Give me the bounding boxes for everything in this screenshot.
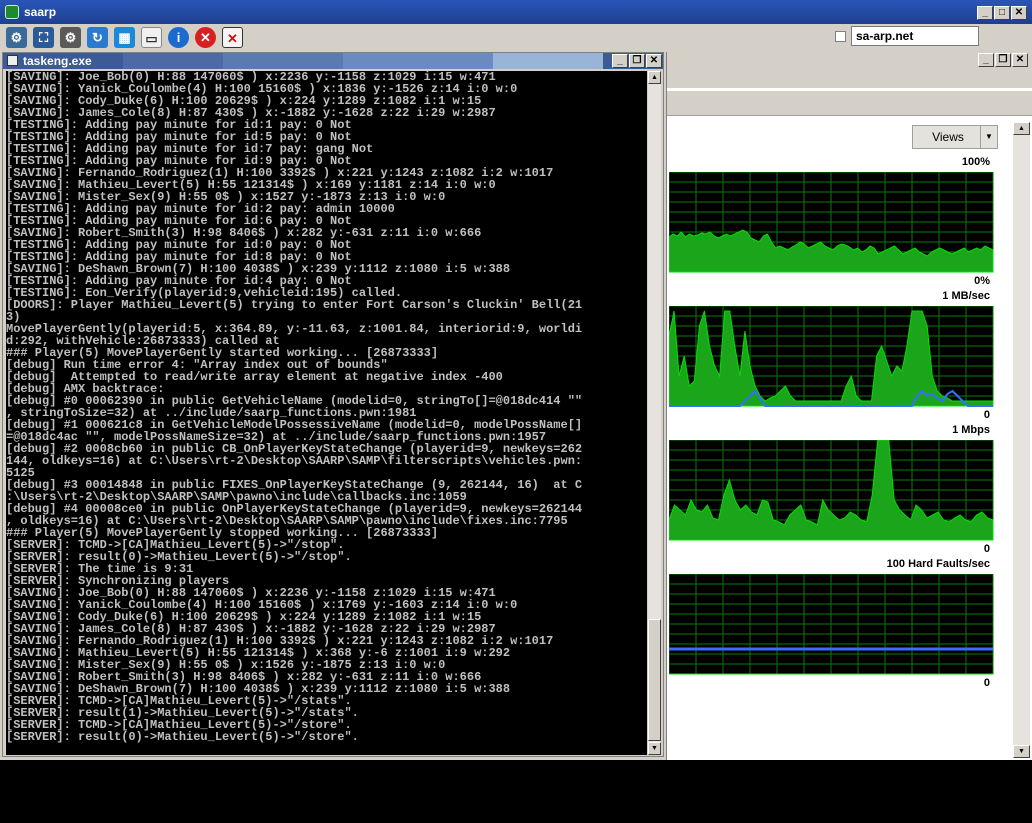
console-icon — [7, 55, 18, 66]
close-circle-icon[interactable]: ✕ — [195, 27, 216, 48]
network-top-label: 1 Mbps — [952, 424, 990, 436]
console-minimize-button[interactable]: _ — [612, 54, 628, 68]
app-title: saarp — [24, 5, 57, 19]
network-graph — [669, 440, 994, 541]
scroll-thumb[interactable] — [648, 619, 661, 741]
maximize-button[interactable]: □ — [994, 6, 1010, 20]
console-scrollbar[interactable]: ▲ ▼ — [648, 71, 661, 755]
info-icon[interactable]: i — [168, 27, 189, 48]
console-line: [DOORS]: Player Mathieu_Levert(5) trying… — [6, 298, 583, 312]
minimize-button[interactable]: _ — [977, 6, 993, 20]
monitor-titlebar: _ ❐ ✕ — [667, 52, 1032, 68]
connect-icon[interactable]: ⚙ — [6, 27, 27, 48]
views-dropdown[interactable]: Views ▼ — [912, 125, 998, 149]
console-window: taskeng.exe _ ❐ ✕ [SAVING]: Joe_Bob(0) H… — [2, 52, 664, 757]
settings-icon[interactable]: ⚙ — [60, 27, 81, 48]
disk-top-label: 1 MB/sec — [942, 290, 990, 302]
address-field[interactable]: sa-arp.net — [851, 26, 979, 46]
monitor-scroll-up-icon[interactable]: ▲ — [1013, 122, 1030, 135]
monitor-tab-band — [667, 90, 1032, 116]
cpu-graph — [669, 172, 994, 273]
notepad-icon[interactable]: ▭ — [141, 27, 162, 48]
refresh-icon[interactable]: ↻ — [87, 27, 108, 48]
disk-graph — [669, 306, 994, 407]
document-x-icon[interactable]: ✕ — [222, 27, 243, 48]
network-bottom-label: 0 — [983, 543, 990, 555]
console-maximize-button[interactable]: ❐ — [629, 54, 645, 68]
windows-icon[interactable]: ▦ — [114, 27, 135, 48]
checkbox[interactable] — [835, 31, 846, 42]
memory-graph — [669, 574, 994, 675]
monitor-scrollbar[interactable]: ▲ ▼ — [1013, 122, 1030, 758]
console-line: [SERVER]: result(0)->Mathieu_Levert(5)->… — [6, 730, 359, 744]
views-label: Views — [932, 130, 964, 144]
monitor-close-button[interactable]: ✕ — [1012, 53, 1028, 67]
console-output[interactable]: [SAVING]: Joe_Bob(0) H:88 147060$ ) x:22… — [6, 71, 647, 755]
monitor-maximize-button[interactable]: ❐ — [995, 53, 1011, 67]
monitor-menu-band — [667, 68, 1032, 88]
fullscreen-icon[interactable]: ⛶ — [33, 27, 54, 48]
chevron-down-icon: ▼ — [980, 126, 997, 148]
app-icon — [5, 5, 19, 19]
console-titlebar: taskeng.exe _ ❐ ✕ — [3, 53, 663, 69]
cpu-bottom-label: 0% — [974, 275, 990, 287]
scroll-up-icon[interactable]: ▲ — [648, 71, 661, 84]
scroll-down-icon[interactable]: ▼ — [648, 742, 661, 755]
console-close-button[interactable]: ✕ — [646, 54, 662, 68]
memory-bottom-label: 0 — [983, 677, 990, 689]
close-button[interactable]: ✕ — [1011, 6, 1027, 20]
monitor-minimize-button[interactable]: _ — [978, 53, 994, 67]
resource-monitor-window: _ ❐ ✕ Views ▼ ▲ ▼ 100% 0% 1 MB/sec 0 1 M… — [666, 52, 1032, 760]
console-line: 144, oldkeys=16) at C:\Users\rt-2\Deskto… — [6, 454, 583, 468]
memory-top-label: 100 Hard Faults/sec — [886, 558, 990, 570]
cpu-top-label: 100% — [961, 156, 990, 168]
disk-bottom-label: 0 — [983, 409, 990, 421]
app-titlebar: saarp _ □ ✕ — [0, 0, 1032, 24]
console-title: taskeng.exe — [23, 54, 92, 68]
monitor-scroll-down-icon[interactable]: ▼ — [1013, 745, 1030, 758]
